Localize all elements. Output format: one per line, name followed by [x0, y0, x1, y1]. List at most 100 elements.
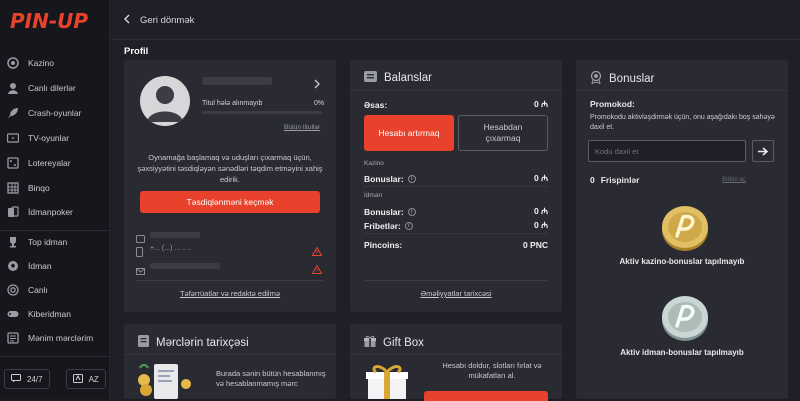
- sidebar-item-i-dman[interactable]: İdman: [0, 255, 110, 277]
- freebets-value: 0 ₼: [534, 220, 548, 230]
- promo-title: Promokod:: [590, 99, 635, 109]
- bets-history-card: Mərclərin tarixçəsi Burada sənin bütün h…: [124, 324, 336, 399]
- casino-bonus-empty: Aktiv kazino-bonuslar tapılmayıb: [619, 257, 745, 266]
- info-icon[interactable]: i: [407, 174, 416, 183]
- sidebar-divider: [0, 356, 110, 357]
- divider: [576, 90, 788, 91]
- phone-value: +... (...) ... .. ..: [150, 245, 192, 252]
- promo-description: Promokodu aktivləşdirmək üçün, onu aşağı…: [590, 114, 775, 131]
- support-button[interactable]: 24/7: [4, 369, 50, 389]
- gift-box-card: Gift Box Hesabı doldur, slotları fırlat …: [350, 324, 562, 401]
- sidebar-item-m-nim-m-rcl-rim[interactable]: Mənim mərclərim: [0, 327, 110, 349]
- freespins-count: 0: [590, 175, 595, 185]
- title-status: Titul hələ alınmayıb: [202, 100, 263, 107]
- freespins-link[interactable]: Bütün aç: [722, 177, 746, 183]
- divider: [136, 280, 324, 281]
- sidebar-item-label: Kiberidman: [28, 309, 71, 319]
- gold-coin-icon: [662, 206, 708, 251]
- freespins-label: Frispinlər: [600, 175, 640, 185]
- divider: [350, 90, 562, 91]
- phone-icon: [136, 244, 143, 262]
- deposit-button[interactable]: Hesabı artırmaq: [364, 115, 454, 151]
- details-link[interactable]: Təfərrüatlar və redaktə edilmə: [124, 289, 336, 298]
- lottery-icon: [6, 156, 20, 170]
- sidebar-divider: [0, 230, 110, 231]
- casino-bonus-label: Bonuslar:: [364, 173, 404, 184]
- casino-section-label: Kazino: [364, 160, 384, 167]
- promo-code-input[interactable]: [588, 140, 746, 162]
- bets-history-text: Burada sənin bütün hesablanmış və hesabl…: [216, 369, 326, 388]
- svg-text:PIN-UP: PIN-UP: [10, 9, 88, 33]
- divider: [124, 354, 336, 355]
- support-label: 24/7: [27, 374, 43, 384]
- promo-submit-button[interactable]: [752, 140, 774, 162]
- warning-icon: [311, 261, 323, 279]
- avatar[interactable]: [140, 76, 190, 126]
- profile-card: Titul hələ alınmayıb 0% Bütün titullar O…: [124, 60, 336, 312]
- award-icon: [590, 70, 602, 87]
- pin-up-logo[interactable]: PIN-UP: [10, 6, 92, 36]
- divider: [350, 354, 562, 355]
- warning-icon: [311, 243, 323, 261]
- receipt-coins-illustration: [138, 364, 191, 399]
- chat-icon: [11, 373, 21, 385]
- sidebar-item-canl[interactable]: Canlı: [0, 279, 110, 301]
- chevron-right-icon[interactable]: [314, 76, 320, 94]
- rocket-icon: [6, 106, 20, 120]
- balance-card: Balanslar Əsas: 0 ₼ Hesabı artırmaq Hesa…: [350, 60, 562, 312]
- divider: [364, 233, 548, 234]
- language-button[interactable]: AZ: [65, 369, 106, 389]
- transaction-history-link[interactable]: Əməliyyatlar tarixcəsi: [350, 289, 562, 298]
- sport-bonus-empty: Aktiv idman-bonuslar tapılmayıb: [620, 348, 744, 357]
- verify-button[interactable]: Təsdiqlənməni keçmək: [140, 191, 320, 213]
- sidebar-item-i-dmanpoker[interactable]: İdmanpoker: [0, 201, 110, 223]
- sidebar-item-kazino[interactable]: Kazino: [0, 52, 110, 74]
- gift-box-text: Hesabı doldur, slotları fırlat və mükafa…: [442, 361, 542, 380]
- sidebar-item-crash-oyunlar[interactable]: Crash-oyunlar: [0, 102, 110, 124]
- pincoins-label: Pincoins:: [364, 240, 403, 250]
- gift-box-button[interactable]: [424, 391, 548, 401]
- document-icon: [138, 335, 149, 350]
- sidebar-item-lotereyalar[interactable]: Lotereyalar: [0, 152, 110, 174]
- bonuses-title: Bonuslar: [609, 73, 655, 85]
- sidebar-item-label: Mənim mərclərim: [28, 333, 94, 343]
- sport-bonus-label: Bonuslar:: [364, 206, 404, 217]
- email-hidden: [150, 263, 220, 269]
- language-icon: [72, 373, 83, 385]
- main-content: Geri dönmək Profil Titul hələ alınmayıb …: [110, 0, 800, 401]
- gift-box-title: Gift Box: [383, 336, 424, 349]
- gift-icon: [364, 335, 376, 350]
- freebets-label: Fribetlər:: [364, 220, 401, 231]
- main-balance-label: Əsas:: [364, 99, 388, 110]
- sidebar-item-tv-oyunlar[interactable]: TV-oyunlar: [0, 127, 110, 149]
- live-icon: [6, 283, 20, 297]
- sidebar-item-label: İdmanpoker: [28, 207, 73, 217]
- sport-section-label: İdman: [364, 192, 383, 199]
- sidebar-item-binqo[interactable]: Binqo: [0, 177, 110, 199]
- divider: [364, 186, 548, 187]
- live-dealer-icon: [6, 81, 20, 95]
- info-icon[interactable]: i: [404, 221, 413, 230]
- trophy-icon: [6, 235, 20, 249]
- info-icon[interactable]: i: [407, 207, 416, 216]
- sidebar-item-label: Binqo: [28, 183, 50, 193]
- bets-history-title: Mərclərin tarixçəsi: [156, 336, 249, 349]
- bonuses-card: Bonuslar Promokod: Promokodu aktivləşdir…: [576, 60, 788, 399]
- verify-text: Oynamağa başlamaq və uduşları çıxarmaq ü…: [137, 153, 323, 184]
- sidebar-item-top-idman[interactable]: Top idman: [0, 231, 110, 253]
- sidebar-item-label: Canlı: [28, 285, 48, 295]
- arrow-right-icon: [757, 146, 768, 156]
- title-progress-bar: [202, 111, 322, 114]
- withdraw-button[interactable]: Hesabdan çıxarmaq: [458, 115, 548, 151]
- chevron-left-icon: [124, 14, 130, 27]
- soccer-ball-icon: [6, 259, 20, 273]
- sport-bonus-value: 0 ₼: [534, 206, 548, 216]
- balance-title: Balanslar: [384, 72, 432, 84]
- page-title: Profil: [124, 46, 149, 57]
- all-titles-link[interactable]: Bütün titullar: [284, 124, 320, 131]
- back-button[interactable]: Geri dönmək: [124, 14, 194, 27]
- sidebar-item-canl-dilerl-r[interactable]: Canlı dilerlər: [0, 77, 110, 99]
- language-label: AZ: [88, 374, 99, 384]
- sidebar-item-kiberidman[interactable]: Kiberidman: [0, 303, 110, 325]
- bets-icon: [6, 331, 20, 345]
